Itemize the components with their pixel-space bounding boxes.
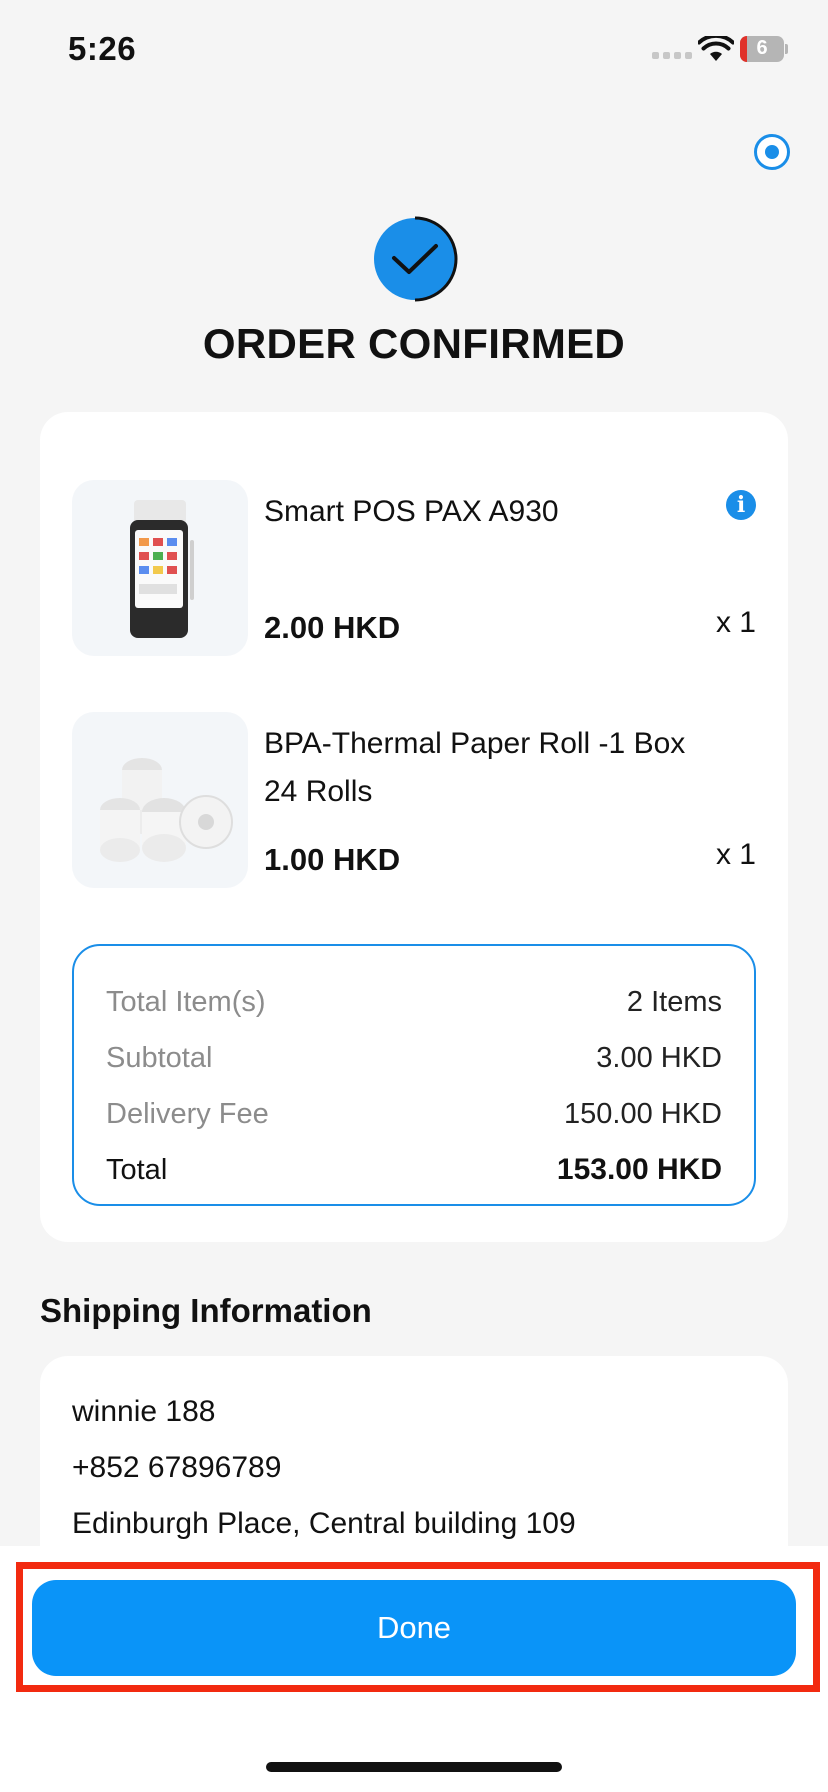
- done-button[interactable]: Done: [32, 1580, 796, 1676]
- paper-rolls-image: [72, 712, 248, 888]
- order-confirmation-screen: 5:26 6 ORDER CONFIRMED Smart POS PAX A93…: [0, 0, 828, 1792]
- wifi-icon: [698, 36, 734, 61]
- delivery-fee-value: 150.00 HKD: [564, 1097, 722, 1130]
- item-quantity: x 1: [715, 606, 756, 639]
- summary-row-total-items: Total Item(s) 2 Items: [106, 974, 722, 1030]
- summary-row-total: Total 153.00 HKD: [106, 1142, 722, 1198]
- recipient-phone: +852 67896789: [72, 1451, 282, 1484]
- cellular-signal-icon: [652, 52, 692, 59]
- bottom-action-bar: Done: [0, 1546, 828, 1792]
- total-items-label: Total Item(s): [106, 985, 266, 1018]
- subtotal-label: Subtotal: [106, 1041, 213, 1074]
- price-summary: Total Item(s) 2 Items Subtotal 3.00 HKD …: [72, 944, 756, 1206]
- item-price: 1.00 HKD: [264, 842, 401, 877]
- total-label: Total: [106, 1153, 168, 1186]
- shipping-address: Edinburgh Place, Central building 109: [72, 1507, 576, 1540]
- record-indicator-icon[interactable]: [754, 134, 790, 170]
- home-indicator[interactable]: [266, 1762, 562, 1772]
- status-bar: 5:26 6: [0, 0, 828, 100]
- delivery-fee-label: Delivery Fee: [106, 1097, 269, 1130]
- order-item[interactable]: BPA-Thermal Paper Roll -1 Box 24 Rolls 1…: [72, 712, 756, 892]
- item-price: 2.00 HKD: [264, 610, 401, 645]
- item-name: Smart POS PAX A930: [264, 495, 559, 528]
- total-value: 153.00 HKD: [556, 1153, 722, 1186]
- status-time: 5:26: [68, 30, 137, 67]
- item-quantity: x 1: [715, 838, 756, 871]
- subtotal-value: 3.00 HKD: [596, 1041, 722, 1074]
- battery-icon: 6: [740, 36, 788, 62]
- item-name: BPA-Thermal Paper Roll -1 Box 24 Rolls: [264, 727, 686, 808]
- order-summary-card: Smart POS PAX A930 i 2.00 HKD x 1 BPA-Th…: [40, 412, 788, 1242]
- total-items-value: 2 Items: [626, 985, 722, 1018]
- info-icon[interactable]: i: [726, 490, 756, 520]
- order-item[interactable]: Smart POS PAX A930 i 2.00 HKD x 1: [72, 480, 756, 660]
- recipient-name: winnie 188: [72, 1395, 216, 1428]
- summary-row-delivery-fee: Delivery Fee 150.00 HKD: [106, 1086, 722, 1142]
- shipping-heading: Shipping Information: [40, 1292, 372, 1329]
- page-title: ORDER CONFIRMED: [202, 320, 626, 367]
- pos-terminal-image: [72, 480, 248, 656]
- battery-level: 6: [756, 37, 768, 59]
- check-circle-icon: [374, 216, 458, 302]
- summary-row-subtotal: Subtotal 3.00 HKD: [106, 1030, 722, 1086]
